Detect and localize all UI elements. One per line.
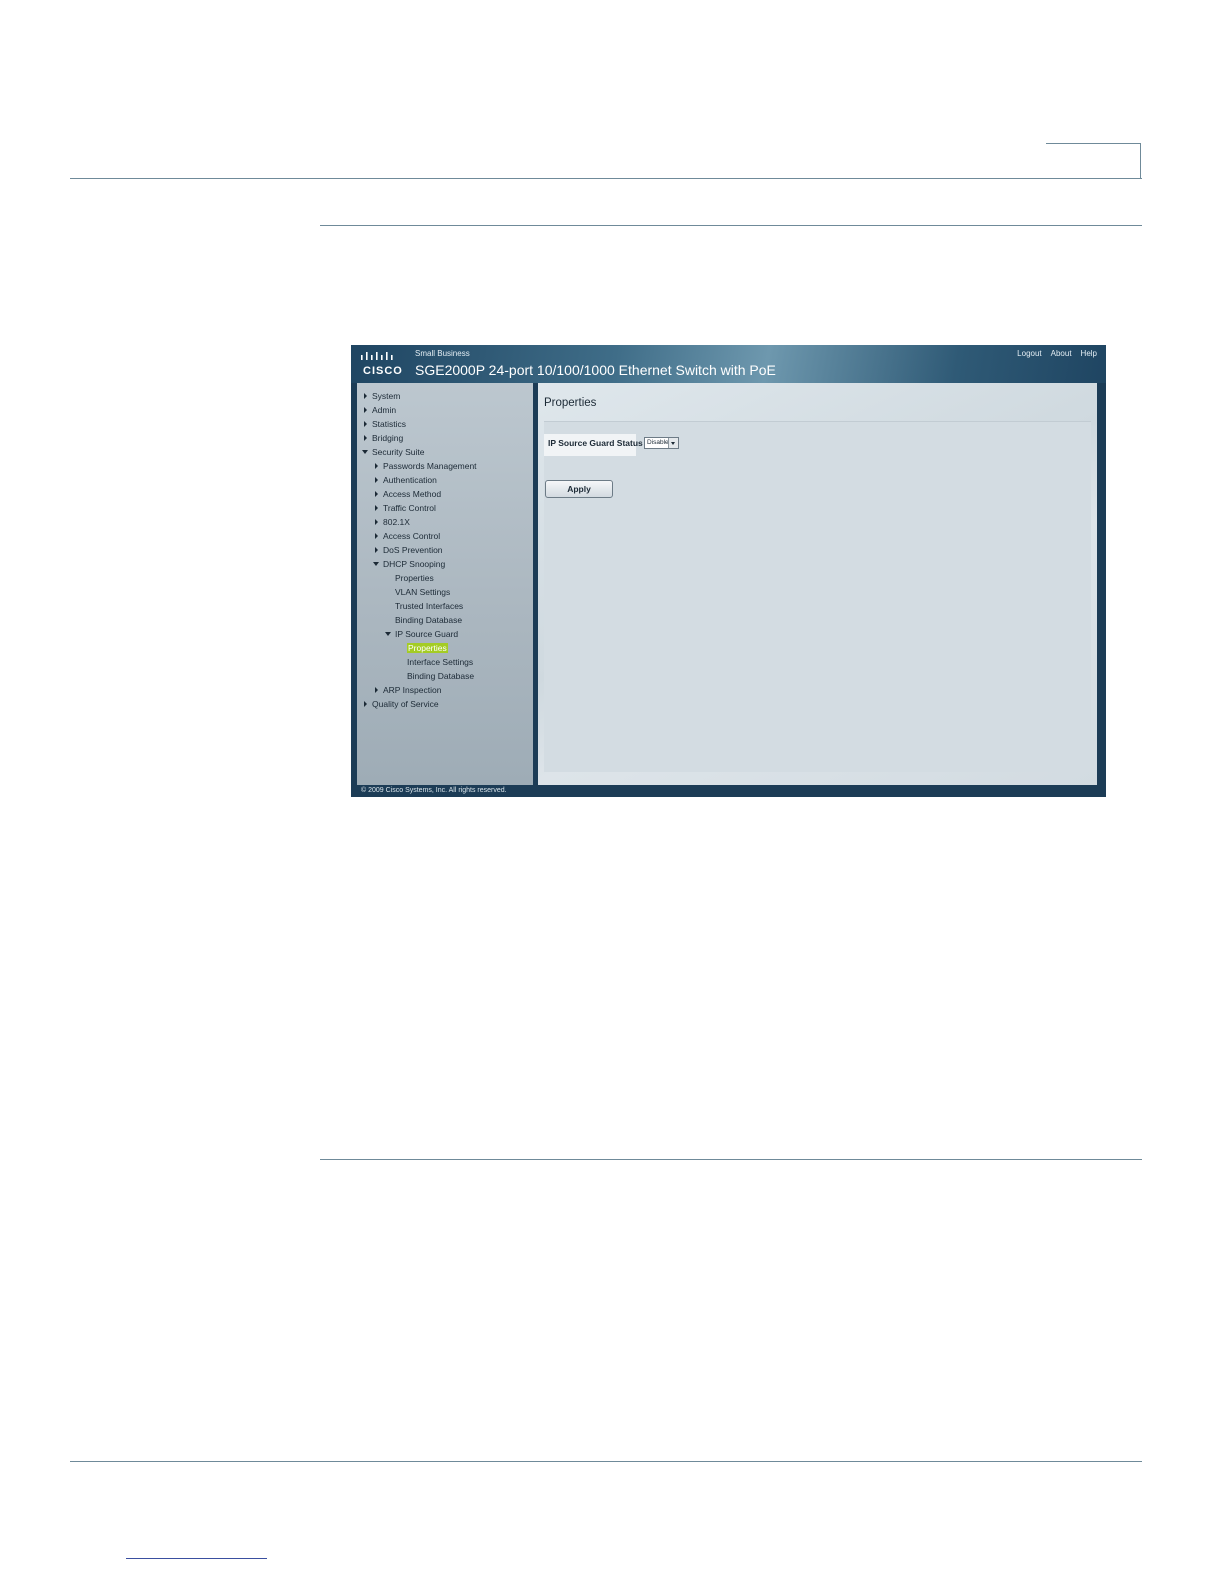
chapter-tab-box	[1046, 143, 1141, 178]
nav-item-system[interactable]: System	[364, 391, 400, 402]
arrow-right-icon	[364, 701, 367, 707]
nav-item-statistics[interactable]: Statistics	[364, 419, 406, 430]
apply-button[interactable]: Apply	[545, 480, 613, 498]
nav-item-ip-source-guard[interactable]: IP Source Guard	[385, 629, 458, 640]
product-title: SGE2000P 24-port 10/100/1000 Ethernet Sw…	[415, 362, 776, 378]
footer-link-underline	[126, 1558, 267, 1559]
arrow-right-icon	[375, 491, 378, 497]
nav-item-security-suite[interactable]: Security Suite	[362, 447, 424, 458]
nav-item-arp-inspection[interactable]: ARP Inspection	[375, 685, 441, 696]
arrow-right-icon	[364, 421, 367, 427]
select-value: Disable	[647, 439, 669, 446]
switch-ui-screenshot: CISCO Small Business SGE2000P 24-port 10…	[351, 345, 1106, 797]
nav-item-ipsg-binding-database[interactable]: Binding Database	[407, 671, 474, 682]
nav-item-interface-settings[interactable]: Interface Settings	[407, 657, 473, 668]
about-link[interactable]: About	[1051, 349, 1072, 358]
properties-panel: IP Source Guard Status Disable Apply	[544, 421, 1091, 772]
nav-item-trusted-interfaces[interactable]: Trusted Interfaces	[395, 601, 463, 612]
arrow-right-icon	[375, 533, 378, 539]
logout-link[interactable]: Logout	[1017, 349, 1041, 358]
brand-line: Small Business	[415, 349, 470, 358]
nav-item-dos-prevention[interactable]: DoS Prevention	[375, 545, 443, 556]
logo-text: CISCO	[363, 365, 403, 377]
arrow-down-icon	[385, 632, 391, 636]
arrow-right-icon	[375, 477, 378, 483]
cisco-logo: CISCO	[359, 349, 403, 377]
sidebar-nav: System Admin Statistics Bridging Securit…	[357, 383, 533, 785]
arrow-right-icon	[364, 435, 367, 441]
copyright-text: © 2009 Cisco Systems, Inc. All rights re…	[361, 787, 507, 794]
arrow-right-icon	[375, 547, 378, 553]
nav-item-ipsg-properties[interactable]: Properties	[407, 643, 448, 654]
nav-item-traffic-control[interactable]: Traffic Control	[375, 503, 436, 514]
arrow-right-icon	[375, 687, 378, 693]
section-rule-bottom	[320, 1159, 1142, 1160]
nav-item-dhcp-snooping[interactable]: DHCP Snooping	[373, 559, 445, 570]
app-header: CISCO Small Business SGE2000P 24-port 10…	[351, 345, 1106, 383]
nav-item-vlan-settings[interactable]: VLAN Settings	[395, 587, 450, 598]
arrow-right-icon	[364, 407, 367, 413]
chevron-down-icon[interactable]	[668, 438, 678, 448]
ip-source-guard-status-label: IP Source Guard Status	[544, 434, 643, 456]
top-links: Logout About Help	[1017, 349, 1097, 358]
nav-item-passwords-management[interactable]: Passwords Management	[375, 461, 477, 472]
ip-source-guard-status-select[interactable]: Disable	[644, 437, 679, 449]
nav-item-dhcp-properties[interactable]: Properties	[395, 573, 434, 584]
nav-item-authentication[interactable]: Authentication	[375, 475, 437, 486]
page-header-rule	[70, 178, 1142, 179]
nav-item-bridging[interactable]: Bridging	[364, 433, 403, 444]
nav-item-access-control[interactable]: Access Control	[375, 531, 440, 542]
arrow-down-icon	[362, 450, 368, 454]
page-footer-rule	[70, 1461, 1142, 1462]
nav-item-access-method[interactable]: Access Method	[375, 489, 441, 500]
arrow-right-icon	[375, 519, 378, 525]
content-area: Properties IP Source Guard Status Disabl…	[538, 383, 1097, 785]
arrow-down-icon	[373, 562, 379, 566]
nav-item-admin[interactable]: Admin	[364, 405, 396, 416]
page-title: Properties	[544, 397, 597, 409]
arrow-right-icon	[375, 463, 378, 469]
nav-item-8021x[interactable]: 802.1X	[375, 517, 410, 528]
nav-item-quality-of-service[interactable]: Quality of Service	[364, 699, 439, 710]
nav-item-dhcp-binding-database[interactable]: Binding Database	[395, 615, 462, 626]
arrow-right-icon	[375, 505, 378, 511]
help-link[interactable]: Help	[1081, 349, 1097, 358]
section-rule-top	[320, 225, 1142, 226]
arrow-right-icon	[364, 393, 367, 399]
